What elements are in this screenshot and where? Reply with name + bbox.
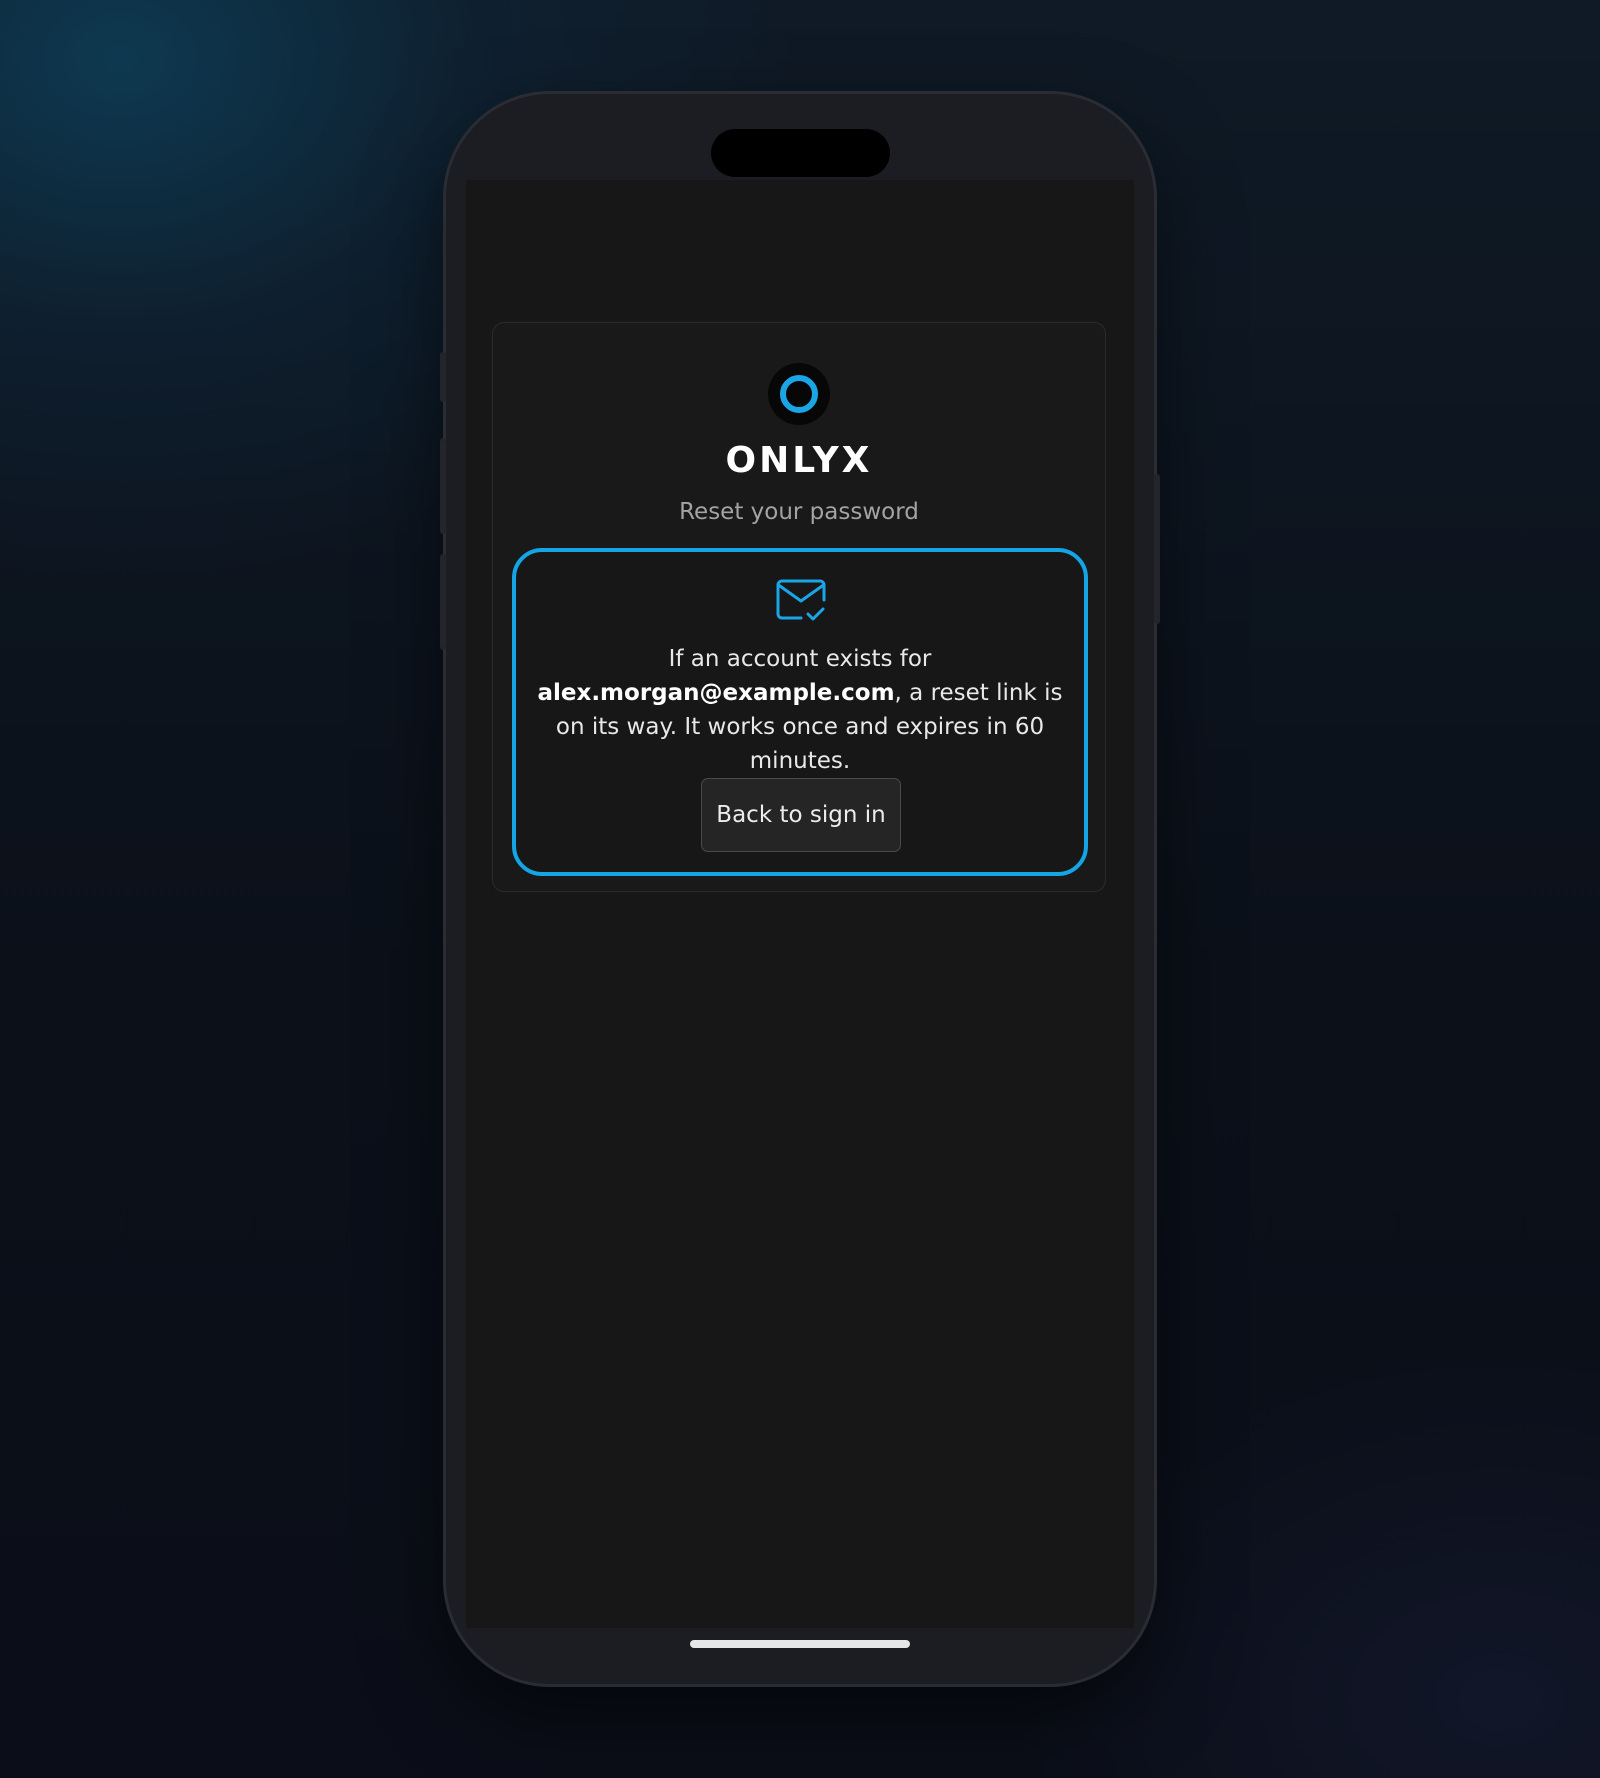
- volume-up-button: [440, 438, 446, 534]
- reset-link-sent-notice: If an account exists for alex.morgan@exa…: [512, 548, 1088, 876]
- notice-email: alex.morgan@example.com: [537, 680, 895, 706]
- dynamic-island: [711, 129, 890, 177]
- power-button: [1154, 474, 1160, 624]
- app-screen: ONLYX Reset your password If an account …: [466, 180, 1134, 1628]
- back-to-sign-in-button[interactable]: Back to sign in: [701, 778, 901, 852]
- brand-wordmark: ONLYX: [725, 440, 873, 481]
- brand-logo-icon: [768, 363, 830, 425]
- volume-down-button: [440, 554, 446, 650]
- notice-text-before: If an account exists for: [668, 646, 932, 672]
- notice-message: If an account exists for alex.morgan@exa…: [530, 642, 1070, 778]
- mute-switch: [440, 352, 446, 402]
- page-subtitle: Reset your password: [679, 499, 919, 525]
- home-indicator[interactable]: [690, 1640, 910, 1648]
- mail-check-icon: [776, 579, 826, 621]
- phone-frame: ONLYX Reset your password If an account …: [440, 94, 1160, 1684]
- reset-password-card: ONLYX Reset your password If an account …: [492, 322, 1106, 892]
